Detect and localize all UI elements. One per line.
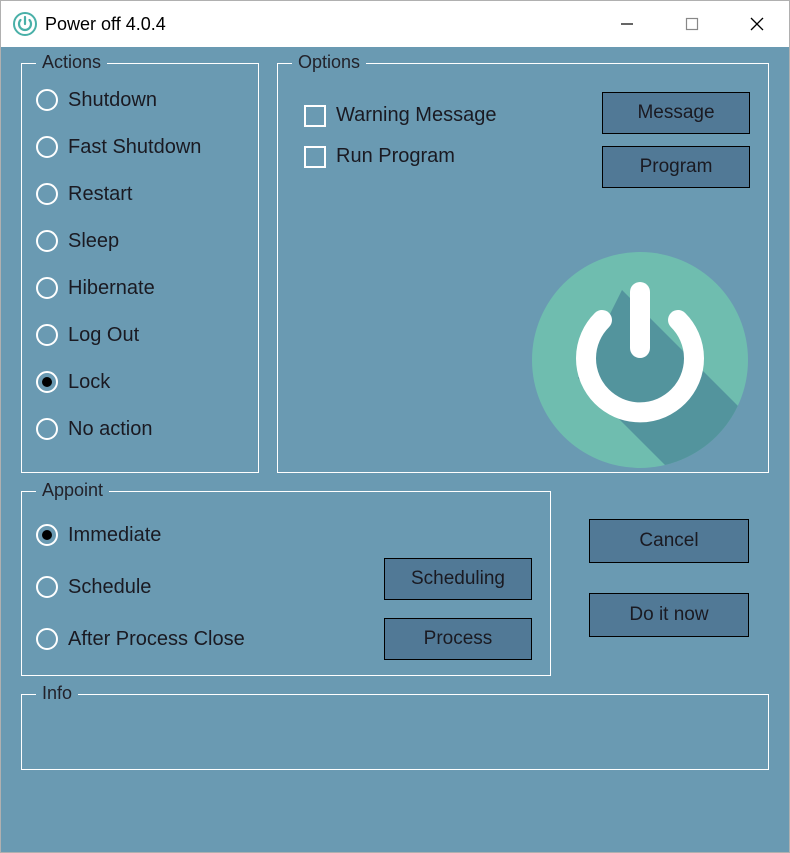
radio-label: No action [68,418,153,441]
info-legend: Info [36,683,78,704]
appoint-buttons: Scheduling Process [384,558,532,660]
action-lock[interactable]: Lock [36,362,244,402]
action-restart[interactable]: Restart [36,174,244,214]
action-hibernate[interactable]: Hibernate [36,268,244,308]
top-row: Actions Shutdown Fast Shutdown Restart S… [21,63,769,473]
maximize-button[interactable] [659,1,724,47]
radio-icon [36,136,58,158]
radio-label: Restart [68,183,132,206]
radio-label: Schedule [68,576,151,599]
power-logo-icon [530,250,750,470]
appoint-immediate[interactable]: Immediate [36,516,536,554]
radio-icon [36,183,58,205]
action-shutdown[interactable]: Shutdown [36,80,244,120]
action-fast-shutdown[interactable]: Fast Shutdown [36,127,244,167]
action-log-out[interactable]: Log Out [36,315,244,355]
radio-label: Log Out [68,324,139,347]
client-area: Actions Shutdown Fast Shutdown Restart S… [1,47,789,852]
radio-icon [36,230,58,252]
radio-icon [36,628,58,650]
window-controls [594,1,789,47]
radio-label: Sleep [68,230,119,253]
cancel-button[interactable]: Cancel [589,519,749,563]
main-buttons: Cancel Do it now [569,491,769,676]
app-window: Power off 4.0.4 Actions Shutdown [0,0,790,853]
options-buttons: Message Program [602,92,750,188]
options-legend: Options [292,52,366,73]
radio-label: Fast Shutdown [68,136,201,159]
radio-label: Shutdown [68,89,157,112]
process-button[interactable]: Process [384,618,532,660]
radio-icon [36,324,58,346]
scheduling-button[interactable]: Scheduling [384,558,532,600]
minimize-button[interactable] [594,1,659,47]
titlebar: Power off 4.0.4 [1,1,789,47]
radio-icon [36,576,58,598]
radio-icon [36,524,58,546]
options-group: Options Warning Message Run Program Mess… [277,63,769,473]
actions-legend: Actions [36,52,107,73]
radio-label: Immediate [68,524,161,547]
checkbox-icon [304,146,326,168]
info-group: Info [21,694,769,770]
action-no-action[interactable]: No action [36,409,244,449]
program-button[interactable]: Program [602,146,750,188]
checkbox-icon [304,105,326,127]
radio-label: After Process Close [68,628,245,651]
radio-icon [36,371,58,393]
action-sleep[interactable]: Sleep [36,221,244,261]
check-label: Warning Message [336,104,496,127]
do-it-now-button[interactable]: Do it now [589,593,749,637]
appoint-group: Appoint Immediate Schedule After Process… [21,491,551,676]
appoint-legend: Appoint [36,480,109,501]
radio-icon [36,277,58,299]
message-button[interactable]: Message [602,92,750,134]
check-label: Run Program [336,145,455,168]
mid-row: Appoint Immediate Schedule After Process… [21,491,769,676]
power-icon [13,12,37,36]
radio-icon [36,89,58,111]
window-title: Power off 4.0.4 [45,14,594,35]
actions-group: Actions Shutdown Fast Shutdown Restart S… [21,63,259,473]
radio-label: Hibernate [68,277,155,300]
close-button[interactable] [724,1,789,47]
radio-icon [36,418,58,440]
radio-label: Lock [68,371,110,394]
